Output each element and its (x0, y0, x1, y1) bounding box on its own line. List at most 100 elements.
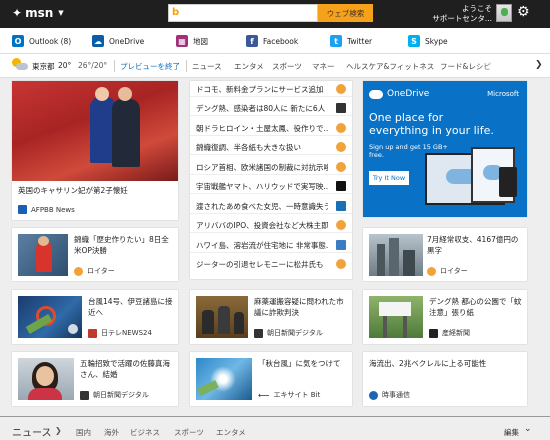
app-label: Skype (425, 36, 448, 46)
news-card-sato[interactable]: 五輪招致で活躍の佐藤真海さん、結婚 朝日新聞デジタル (12, 352, 178, 406)
nav-entertainment[interactable]: エンタメ (234, 61, 264, 72)
nav-fade (475, 54, 525, 77)
portrait-image (18, 358, 74, 400)
edit-button[interactable]: 編集 (504, 427, 519, 438)
nav-money[interactable]: マネー (312, 61, 335, 72)
chevron-down-icon: ▼ (58, 9, 64, 17)
logo-text: msn (25, 6, 54, 20)
top-bar: ✦ msn ▼ b ウェブ検索 ようこそ サポートセンタ... ⚙ (0, 0, 550, 28)
footer-cat-domestic[interactable]: 国内 (76, 427, 91, 438)
publisher-icon (336, 84, 346, 94)
app-twitter[interactable]: t Twitter (330, 34, 372, 48)
court-image (196, 296, 248, 338)
hero-source: AFPBB News (18, 205, 75, 214)
app-facebook[interactable]: f Facebook (246, 34, 298, 48)
list-item[interactable]: 朝ドラヒロイン・土屋太鳳、役作りで... (190, 120, 352, 136)
list-item[interactable]: ロシア首相、欧米諸国の制裁に対抗示唆 (190, 159, 352, 175)
asahi-icon (254, 328, 263, 338)
map-icon: ▦ (176, 35, 188, 47)
card-title: 台風14号、伊豆諸島に接近へ (88, 297, 173, 317)
list-item[interactable]: ハワイ島、溶岩流が住宅地に 非常事態... (190, 237, 352, 253)
publisher-icon (336, 123, 346, 133)
greeting-line1: ようこそ (462, 4, 492, 13)
news-card-typhoon[interactable]: 台風14号、伊豆諸島に接近へ 日テレNEWS24 (12, 290, 178, 344)
card-title: 7月経常収支、4167億円の黒字 (427, 235, 519, 255)
footer-cat-sports[interactable]: スポーツ (174, 427, 204, 438)
user-greeting[interactable]: ようこそ サポートセンタ... (432, 4, 492, 24)
weather-temp: 20° (58, 61, 72, 70)
list-item[interactable]: ドコモ、新料金プランにサービス追加 (190, 81, 352, 97)
news-card-sea-outflow[interactable]: 海流出、2兆ベクレルに上る可能性 時事通信 (363, 352, 527, 406)
app-outlook[interactable]: O Outlook (8) (12, 34, 71, 48)
publisher-icon (336, 240, 346, 250)
footer-cat-entertainment[interactable]: エンタメ (216, 427, 246, 438)
news-card-current-account[interactable]: 7月経常収支、4167億円の黒字 ロイター (363, 228, 527, 281)
search-input[interactable]: b (168, 4, 318, 22)
chevron-down-icon[interactable]: ⌄ (524, 424, 532, 434)
msn-logo[interactable]: ✦ msn ▼ (12, 6, 64, 20)
greeting-line2: サポートセンタ... (432, 14, 492, 23)
outlook-icon: O (12, 35, 24, 47)
hero-card[interactable]: 英国のキャサリン妃が第2子懐妊 AFPBB News (12, 81, 178, 220)
nav-health[interactable]: ヘルスケア&フィットネス (346, 61, 434, 72)
nav-news[interactable]: ニュース (192, 61, 222, 72)
app-label: 地図 (193, 36, 208, 46)
avatar[interactable] (496, 4, 512, 22)
publisher-icon (336, 142, 346, 152)
satellite-image (196, 358, 252, 400)
list-item[interactable]: 錦織復調、半各紙も大きな扱い (190, 139, 352, 155)
list-item[interactable]: アリババのIPO、投資会社など大株主即... (190, 217, 352, 233)
card-source: 朝日新聞デジタル (254, 328, 323, 338)
phone-image (499, 167, 517, 197)
app-label: Outlook (8) (29, 36, 72, 46)
news-card-court[interactable]: 麻薬運搬容疑に問われた市議に詐欺判決 朝日新聞デジタル (190, 290, 352, 344)
app-label: OneDrive (109, 36, 145, 46)
list-item[interactable]: 渡されたあめ食べた女児、一時意識失う (190, 198, 352, 214)
app-label: Facebook (263, 36, 299, 46)
skype-icon: S (408, 35, 420, 47)
nishikori-image (18, 234, 68, 276)
publisher-icon (336, 181, 346, 191)
card-title: 五輪招致で活躍の佐藤真海さん、結婚 (80, 359, 170, 379)
list-item[interactable]: 宇宙戦艦ヤマト、ハリウッドで実写映... (190, 178, 352, 194)
end-preview-link[interactable]: プレビューを終了 (120, 61, 180, 72)
reuters-icon (74, 266, 83, 276)
news-card-nishikori[interactable]: 錦織「歴史作りたい」8日全米OP決勝 ロイター (12, 228, 178, 281)
footer-cat-world[interactable]: 海外 (104, 427, 119, 438)
card-source: ⟵ エキサイト Bit (258, 390, 321, 400)
onedrive-ad[interactable]: OneDrive Microsoft One place for everyth… (363, 81, 527, 217)
headline-list: ドコモ、新料金プランにサービス追加 デング熱、感染者は80人に 新たに6人 朝ド… (190, 81, 352, 279)
park-image (369, 296, 423, 338)
jiji-icon (369, 390, 378, 400)
asahi-icon (80, 390, 89, 400)
card-source: 日テレNEWS24 (88, 328, 152, 338)
gear-icon[interactable]: ⚙ (517, 4, 530, 20)
news-card-autumn-typhoon[interactable]: 「秋台風」に気をつけて ⟵ エキサイト Bit (190, 352, 352, 406)
news-card-dengue[interactable]: デング熱 都心の公園で「蚊注意」張り紙 産経新聞 (363, 290, 527, 344)
reuters-icon (427, 266, 436, 276)
hero-image (12, 81, 178, 181)
weather-icon[interactable] (12, 58, 28, 72)
chevron-right-icon[interactable]: ❯ (55, 426, 62, 435)
footer-cat-business[interactable]: ビジネス (130, 427, 160, 438)
list-item[interactable]: デング熱、感染者は80人に 新たに6人 (190, 100, 352, 116)
list-item[interactable]: ジーターの引退セレモニーに松井氏も (190, 256, 352, 272)
try-it-now-button[interactable]: Try It Now (369, 171, 409, 185)
sankei-icon (429, 328, 438, 338)
app-maps[interactable]: ▦ 地図 (176, 34, 208, 48)
nav-sports[interactable]: スポーツ (272, 61, 302, 72)
web-search-button[interactable]: ウェブ検索 (318, 4, 373, 22)
publisher-icon (336, 259, 346, 269)
news-section-header: ニュース ❯ 国内 海外 ビジネス スポーツ エンタメ 編集 ⌄ (0, 416, 550, 440)
card-source: 朝日新聞デジタル (80, 390, 149, 400)
twitter-icon: t (330, 35, 342, 47)
chevron-right-icon[interactable]: ❯ (535, 60, 543, 70)
section-title[interactable]: ニュース (12, 424, 52, 439)
city-image (369, 234, 423, 276)
card-title: 「秋台風」に気をつけて (258, 359, 341, 368)
app-onedrive[interactable]: ☁ OneDrive (92, 34, 144, 48)
cloud-icon (369, 89, 383, 99)
weather-city[interactable]: 東京都 (32, 61, 55, 72)
app-skype[interactable]: S Skype (408, 34, 448, 48)
bing-icon: b (172, 7, 180, 18)
